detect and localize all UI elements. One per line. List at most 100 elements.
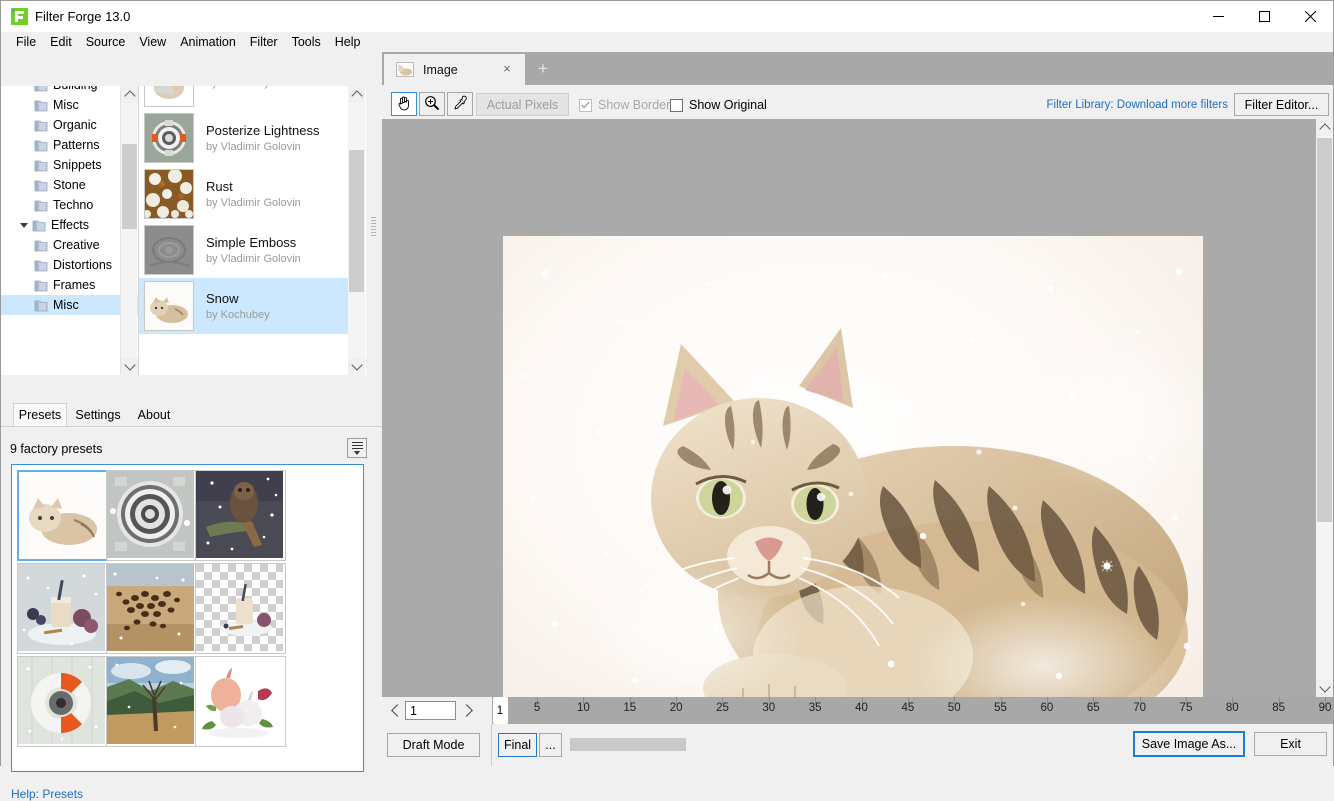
- more-options-button[interactable]: ...: [539, 733, 562, 757]
- save-image-as-button[interactable]: Save Image As...: [1133, 731, 1245, 757]
- render-progress-bar: [570, 738, 686, 751]
- scrollbar-thumb[interactable]: [1317, 138, 1332, 522]
- tab-presets[interactable]: Presets: [13, 403, 67, 426]
- preset-grid[interactable]: [11, 464, 364, 772]
- next-frame-button[interactable]: [459, 699, 477, 723]
- scroll-up-button[interactable]: [121, 86, 138, 103]
- image-canvas[interactable]: [382, 119, 1316, 697]
- list-view-icon: [351, 441, 363, 455]
- tab-image[interactable]: Image ×: [384, 54, 525, 85]
- eyedropper-tool-button[interactable]: [447, 92, 473, 116]
- menu-help[interactable]: Help: [328, 33, 368, 52]
- preset-item-manhole[interactable]: [106, 470, 197, 561]
- preset-item-coffee-beans[interactable]: [106, 563, 197, 654]
- tree-item-label: Building: [53, 86, 97, 92]
- tree-item-patterns[interactable]: Patterns: [1, 135, 138, 155]
- filter-author: by Kochubey: [206, 308, 270, 321]
- preset-item-smoothie-transparent[interactable]: [195, 563, 286, 654]
- close-icon[interactable]: ×: [501, 62, 513, 75]
- help-status-link[interactable]: Help: Presets: [11, 787, 83, 801]
- tree-scrollbar[interactable]: [120, 86, 138, 375]
- scroll-up-button[interactable]: [348, 86, 365, 103]
- collapse-caret-icon[interactable]: [18, 220, 29, 231]
- filter-thumbnail: [144, 113, 194, 163]
- menu-filter[interactable]: Filter: [243, 33, 285, 52]
- image-tab-thumb: [396, 62, 414, 77]
- hand-icon: [396, 95, 412, 114]
- frame-input[interactable]: [405, 701, 456, 720]
- playhead-marker[interactable]: 1: [492, 697, 508, 724]
- preset-item-garlic[interactable]: [195, 656, 286, 747]
- new-tab-button[interactable]: +: [534, 60, 552, 78]
- exit-button[interactable]: Exit: [1254, 732, 1327, 756]
- filter-list-item[interactable]: Rust by Vladimir Golovin: [139, 166, 350, 222]
- tab-settings[interactable]: Settings: [69, 403, 127, 426]
- filter-library-link[interactable]: Filter Library: Download more filters: [1046, 99, 1228, 111]
- filter-list-item[interactable]: Posterize Lightness by Vladimir Golovin: [139, 110, 350, 166]
- tree-item-creative[interactable]: Creative: [1, 235, 138, 255]
- canvas-vertical-scrollbar[interactable]: [1316, 119, 1333, 697]
- filter-list[interactable]: by Kochubey: [138, 86, 366, 375]
- preset-item-landscape-tree[interactable]: [106, 656, 197, 747]
- tree-item-label: Distortions: [53, 258, 113, 272]
- tree-item-snippets[interactable]: Snippets: [1, 155, 138, 175]
- tree-item-building[interactable]: Building: [1, 86, 138, 95]
- tree-item-techno[interactable]: Techno: [1, 195, 138, 215]
- filter-list-item[interactable]: Simple Emboss by Vladimir Golovin: [139, 222, 350, 278]
- tree-item-label: Creative: [53, 238, 100, 252]
- tree-item-label: Frames: [53, 278, 96, 292]
- folder-icon: [34, 119, 48, 132]
- ruler-tick-label: 40: [855, 702, 868, 714]
- scroll-down-button[interactable]: [348, 358, 365, 375]
- ruler-tick-label: 90: [1318, 702, 1332, 714]
- preview-image[interactable]: [503, 236, 1203, 697]
- category-tree[interactable]: Building Misc Organic Patterns Snippets: [1, 86, 138, 375]
- close-button[interactable]: [1287, 1, 1333, 32]
- tree-item-stone[interactable]: Stone: [1, 175, 138, 195]
- maximize-button[interactable]: [1241, 1, 1287, 32]
- scrollbar-thumb[interactable]: [122, 144, 137, 229]
- draft-mode-button[interactable]: Draft Mode: [387, 733, 480, 757]
- preset-item-smoothie[interactable]: [17, 563, 108, 654]
- minimize-button[interactable]: [1195, 1, 1241, 32]
- preset-item-owl[interactable]: [195, 470, 286, 561]
- filter-editor-button[interactable]: Filter Editor...: [1234, 93, 1329, 116]
- chevron-right-icon: [460, 704, 473, 717]
- menu-animation[interactable]: Animation: [173, 33, 243, 52]
- tree-item-misc[interactable]: Misc: [1, 95, 138, 115]
- menu-file[interactable]: File: [9, 33, 43, 52]
- show-border-checkbox[interactable]: Show Border: [579, 98, 670, 112]
- panel-resize-grip[interactable]: [371, 217, 376, 245]
- menu-source[interactable]: Source: [79, 33, 133, 52]
- filter-thumbnail: [144, 86, 194, 107]
- menu-tools[interactable]: Tools: [285, 33, 328, 52]
- tree-item-label: Snippets: [53, 158, 102, 172]
- scrollbar-thumb[interactable]: [349, 150, 364, 292]
- menu-view[interactable]: View: [132, 33, 173, 52]
- tree-item-effects[interactable]: Effects: [1, 215, 138, 235]
- actual-pixels-button[interactable]: Actual Pixels: [476, 93, 569, 116]
- final-button[interactable]: Final: [498, 733, 537, 757]
- tree-item-distortions[interactable]: Distortions: [1, 255, 138, 275]
- preset-view-options-button[interactable]: [347, 438, 367, 458]
- scroll-up-button[interactable]: [1316, 119, 1333, 136]
- menu-edit[interactable]: Edit: [43, 33, 79, 52]
- prev-frame-button[interactable]: [387, 699, 405, 723]
- filter-list-scrollbar[interactable]: [348, 86, 365, 375]
- checkbox-box: [579, 98, 592, 112]
- tree-item-misc-selected[interactable]: Misc: [1, 295, 138, 315]
- scroll-down-button[interactable]: [1316, 680, 1333, 697]
- frame-ruler[interactable]: 1510152025303540455055606570758085901: [492, 697, 1333, 724]
- preset-item-lifebuoy[interactable]: [17, 656, 108, 747]
- tree-item-frames[interactable]: Frames: [1, 275, 138, 295]
- filter-thumbnail: [144, 169, 194, 219]
- tree-item-organic[interactable]: Organic: [1, 115, 138, 135]
- preset-item-kitten[interactable]: [17, 470, 108, 561]
- tab-about[interactable]: About: [129, 403, 179, 426]
- show-original-checkbox[interactable]: Show Original: [670, 98, 767, 112]
- filter-list-item-snow[interactable]: Snow by Kochubey: [139, 278, 350, 334]
- pan-tool-button[interactable]: [391, 92, 417, 116]
- scroll-down-button[interactable]: [121, 358, 138, 375]
- zoom-tool-button[interactable]: [419, 92, 445, 116]
- filter-list-item[interactable]: by Kochubey: [139, 86, 350, 110]
